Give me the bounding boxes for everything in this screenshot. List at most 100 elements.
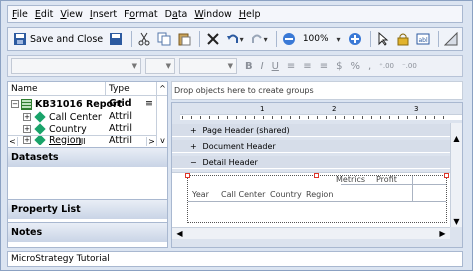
ruler-tick	[344, 116, 345, 119]
paste-button[interactable]	[175, 30, 193, 48]
layout-horizontal-scrollbar[interactable]: ◀ ▶	[172, 227, 450, 239]
lock-button[interactable]	[394, 30, 412, 48]
ruler-tick	[380, 116, 381, 119]
scroll-right-icon[interactable]: ▶	[437, 228, 448, 239]
percent-button[interactable]: %	[350, 61, 360, 72]
ruler-tick	[434, 116, 435, 119]
menu-file[interactable]: File	[12, 9, 28, 20]
zoom-value: 100%	[302, 34, 329, 44]
datasets-section[interactable]: Datasets	[8, 147, 167, 167]
band-document-header[interactable]: + Document Header	[172, 140, 450, 153]
objects-vertical-scrollbar[interactable]: v	[156, 96, 168, 146]
align-center-icon[interactable]: ≡	[303, 61, 311, 72]
expand-icon[interactable]: +	[23, 113, 31, 121]
copy-button[interactable]	[155, 30, 173, 48]
expand-icon[interactable]: +	[23, 125, 31, 133]
name-column-header[interactable]: Name	[8, 82, 106, 95]
ruler-tick	[326, 116, 327, 119]
band-page-header[interactable]: + Page Header (shared)	[172, 124, 450, 137]
copy-icon	[157, 32, 171, 46]
bold-button[interactable]: B	[245, 61, 253, 72]
notes-section[interactable]: Notes	[8, 222, 167, 242]
align-right-icon[interactable]: ≡	[320, 61, 328, 72]
scroll-right-icon[interactable]: >	[146, 136, 156, 146]
chevron-down-icon[interactable]: ▾	[264, 35, 268, 44]
menu-window[interactable]: Window	[194, 9, 231, 20]
layout-vertical-scrollbar[interactable]: ▲ ▼	[450, 123, 462, 227]
chevron-down-icon[interactable]: ▾	[240, 35, 244, 44]
band-detail-header[interactable]: − Detail Header	[172, 156, 450, 169]
menu-lines-icon[interactable]: ≡	[145, 98, 153, 109]
type-column-header[interactable]: Type	[106, 82, 142, 95]
ruler-strip	[180, 114, 462, 120]
save-button[interactable]	[107, 30, 125, 48]
select-pointer-button[interactable]	[374, 30, 392, 48]
grid-header-profit: Profit	[376, 175, 397, 184]
zoom-in-icon	[348, 33, 361, 45]
ruler-number: 2	[332, 105, 337, 113]
menu-insert[interactable]: Insert	[90, 9, 117, 20]
resize-handle[interactable]	[185, 173, 190, 178]
redo-icon	[251, 34, 262, 43]
decrease-decimal-button[interactable]: ⁻.00	[402, 62, 417, 70]
detail-header-canvas[interactable]: Metrics Profit Year Call Center Country …	[172, 172, 450, 227]
standard-toolbar: Save and Close ▾ ▾ 100% ▾ abl	[7, 27, 463, 51]
zoom-select[interactable]: 100% ▾	[300, 30, 344, 48]
resize-handle[interactable]	[444, 173, 449, 178]
menu-data[interactable]: Data	[165, 9, 188, 20]
document-layout-area: 1 2 3 + Page Header (shared) + Document …	[171, 102, 463, 248]
font-size-select[interactable]: ▼	[145, 58, 175, 74]
zoom-in-button[interactable]	[346, 30, 364, 48]
zoom-out-button[interactable]	[280, 30, 298, 48]
tree-item-report[interactable]: − KB31016 Report	[11, 98, 122, 110]
currency-button[interactable]: $	[336, 61, 342, 72]
ruler-tick	[389, 116, 390, 119]
scroll-down-icon[interactable]: v	[157, 135, 168, 146]
property-list-section[interactable]: Property List	[8, 199, 167, 219]
menu-format[interactable]: Format	[124, 9, 158, 20]
tree-item-country[interactable]: + Country	[23, 123, 87, 135]
ruler-tick	[245, 116, 246, 119]
grid-object-selection[interactable]: Metrics Profit Year Call Center Country …	[185, 173, 449, 223]
save-and-close-button[interactable]: Save and Close	[11, 30, 105, 48]
scroll-up-icon[interactable]: ▲	[451, 133, 462, 144]
scroll-thumb[interactable]: III	[18, 137, 146, 146]
undo-button[interactable]: ▾	[224, 30, 246, 48]
resize-handle[interactable]	[314, 173, 319, 178]
ruler-tick	[281, 116, 282, 119]
cut-button[interactable]	[135, 30, 153, 48]
menu-edit[interactable]: Edit	[35, 9, 53, 20]
scroll-left-icon[interactable]: <	[8, 136, 18, 146]
band-label: Detail Header	[202, 158, 258, 167]
expand-icon[interactable]: +	[190, 124, 200, 137]
tree-item-call-center[interactable]: + Call Center	[23, 111, 102, 123]
scroll-down-icon[interactable]: ▼	[451, 216, 462, 227]
italic-button[interactable]: I	[261, 61, 264, 72]
insert-line-button[interactable]	[442, 30, 460, 48]
style-select[interactable]: ▼	[179, 58, 237, 74]
insert-text-button[interactable]: abl	[414, 30, 432, 48]
menu-view[interactable]: View	[60, 9, 83, 20]
band-label: Document Header	[202, 142, 276, 151]
comma-button[interactable]: ,	[368, 61, 371, 72]
align-left-icon[interactable]: ≡	[287, 61, 295, 72]
collapse-icon[interactable]: −	[190, 156, 200, 169]
redo-button[interactable]: ▾	[248, 30, 270, 48]
scroll-left-icon[interactable]: ◀	[174, 228, 185, 239]
grouping-drop-zone[interactable]: Drop objects here to create groups	[171, 81, 463, 100]
menu-help[interactable]: Help	[239, 9, 261, 20]
underline-button[interactable]: U	[272, 61, 279, 72]
ruler-tick	[362, 116, 363, 119]
line-icon	[444, 32, 458, 46]
collapse-icon[interactable]: −	[11, 100, 19, 108]
ruler-tick	[263, 116, 264, 119]
expand-icon[interactable]: +	[190, 140, 200, 153]
objects-horizontal-scrollbar[interactable]: < III >	[8, 135, 156, 146]
scroll-up-button[interactable]: ^	[156, 82, 168, 96]
ruler-tick	[227, 116, 228, 119]
increase-decimal-button[interactable]: ⁺.00	[379, 62, 394, 70]
ruler-tick	[335, 116, 336, 119]
delete-button[interactable]	[204, 30, 222, 48]
font-name-select[interactable]: ▼	[11, 58, 141, 74]
chevron-down-icon: ▼	[131, 62, 137, 70]
